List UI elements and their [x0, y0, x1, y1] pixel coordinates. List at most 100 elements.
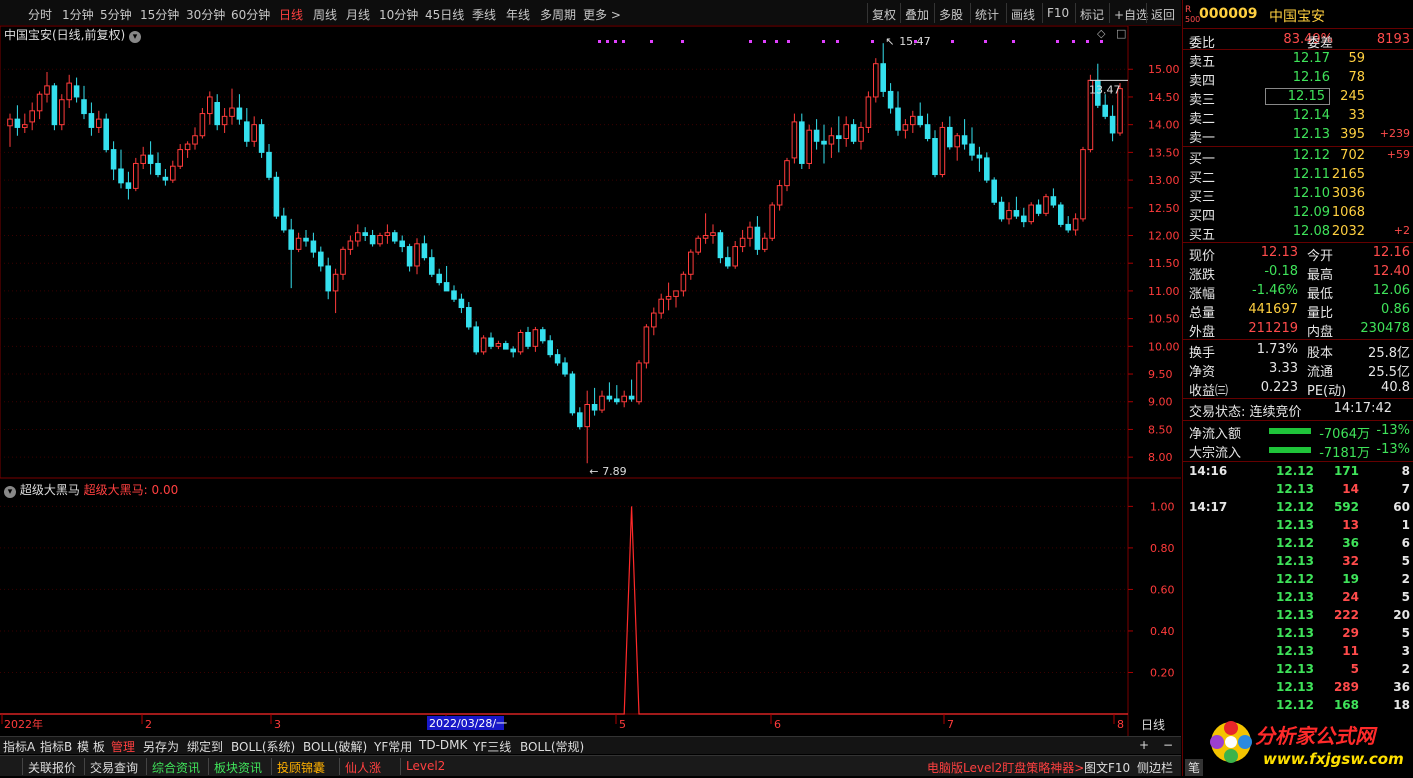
candle-body[interactable] [932, 138, 938, 176]
candle-body[interactable] [665, 295, 672, 300]
candle-body[interactable] [207, 96, 213, 115]
candle-body[interactable] [125, 182, 132, 189]
candle-body[interactable] [214, 101, 220, 126]
candle-body[interactable] [251, 124, 257, 142]
candle-body[interactable] [1013, 210, 1020, 217]
candle-body[interactable] [466, 307, 472, 328]
status-tab-3[interactable]: 板块资讯 [214, 759, 262, 776]
indicator-tab-5[interactable]: 绑定到 [187, 738, 223, 755]
candle-body[interactable] [29, 110, 35, 123]
indicator-tab-6[interactable]: BOLL(系统) [231, 738, 295, 755]
candle-body[interactable] [184, 143, 191, 151]
candle-body[interactable] [606, 395, 613, 400]
candle-body[interactable] [51, 85, 58, 126]
candle-body[interactable] [680, 273, 687, 292]
toolbar-button-0[interactable]: 复权 [872, 6, 896, 23]
candle-body[interactable] [725, 257, 731, 267]
candle-body[interactable] [954, 135, 960, 148]
candle-body[interactable] [384, 232, 391, 236]
candle-body[interactable] [295, 237, 302, 250]
candle-body[interactable] [828, 135, 835, 145]
candle-body[interactable] [939, 126, 946, 176]
candle-body[interactable] [799, 121, 805, 164]
indicator-tab-7[interactable]: BOLL(破解) [303, 738, 367, 755]
candle-body[interactable] [998, 201, 1005, 220]
candle-body[interactable] [1080, 149, 1086, 220]
candle-body[interactable] [288, 229, 294, 250]
candle-body[interactable] [414, 243, 420, 267]
candle-body[interactable] [688, 251, 694, 275]
candle-body[interactable] [599, 395, 605, 411]
candle-body[interactable] [355, 232, 361, 242]
candle-body[interactable] [192, 135, 198, 145]
candle-body[interactable] [429, 257, 435, 275]
candle-body[interactable] [976, 154, 983, 159]
zoom-in-button[interactable]: + [1139, 738, 1149, 752]
status-tab-1[interactable]: 交易查询 [90, 759, 138, 776]
status-tab-0[interactable]: 关联报价 [28, 759, 76, 776]
indicator-tab-11[interactable]: BOLL(常规) [520, 738, 584, 755]
indicator-tab-8[interactable]: YF常用 [374, 738, 412, 755]
candle-body[interactable] [1102, 104, 1108, 117]
toolbar-button-5[interactable]: F10 [1047, 6, 1069, 20]
toolbar-button-6[interactable]: 标记 [1080, 6, 1104, 23]
promo-link[interactable]: 电脑版Level2盯盘策略神器> [927, 759, 1084, 776]
candle-body[interactable] [836, 135, 842, 140]
candle-body[interactable] [554, 354, 561, 364]
candle-body[interactable] [392, 232, 398, 242]
candle-body[interactable] [362, 232, 368, 236]
candle-body[interactable] [236, 107, 243, 120]
tick-tab[interactable]: 笔 [1185, 759, 1204, 776]
candle-body[interactable] [865, 96, 872, 128]
period-tab-9[interactable]: 10分钟 [379, 6, 418, 23]
period-tab-12[interactable]: 年线 [506, 6, 530, 23]
candle-body[interactable] [887, 90, 894, 109]
candle-body[interactable] [59, 99, 65, 126]
indicator-tab-1[interactable]: 指标B [40, 738, 72, 755]
status-tab-6[interactable]: Level2 [406, 759, 445, 773]
candle-body[interactable] [591, 404, 598, 411]
candle-body[interactable] [421, 243, 428, 259]
toolbar-button-8[interactable]: 返回 [1151, 6, 1175, 23]
candle-body[interactable] [540, 329, 546, 342]
candle-body[interactable] [532, 329, 539, 347]
zoom-out-button[interactable]: − [1163, 738, 1173, 752]
toolbar-button-7[interactable]: +自选 [1114, 6, 1148, 23]
sidebar-button[interactable]: 侧边栏 [1137, 759, 1173, 776]
candle-body[interactable] [221, 115, 228, 126]
f10-button[interactable]: 图文F10 [1084, 759, 1130, 776]
chart-area[interactable]: 15.00 14.50 14.00 13.50 13.00 12.50 12.00 11.50… [0, 26, 1181, 736]
kline-chart[interactable]: 15.00 14.50 14.00 13.50 13.00 12.50 12.00 11.50… [0, 26, 1181, 736]
period-tab-3[interactable]: 15分钟 [140, 6, 179, 23]
period-tab-6[interactable]: 日线 [279, 6, 303, 23]
candle-body[interactable] [525, 331, 531, 347]
candle-body[interactable] [547, 340, 553, 356]
candle-body[interactable] [110, 149, 117, 170]
candle-body[interactable] [155, 162, 161, 176]
candle-body[interactable] [910, 115, 916, 126]
indicator-tab-3[interactable]: 管理 [111, 738, 135, 755]
candle-body[interactable] [73, 85, 80, 98]
candle-body[interactable] [614, 398, 620, 403]
candle-body[interactable] [747, 226, 753, 239]
candle-body[interactable] [443, 282, 450, 292]
status-tab-2[interactable]: 综合资讯 [152, 759, 200, 776]
period-tab-5[interactable]: 60分钟 [231, 6, 270, 23]
candle-body[interactable] [821, 140, 827, 145]
toolbar-button-4[interactable]: 画线 [1011, 6, 1035, 23]
candle-body[interactable] [1065, 223, 1071, 231]
indicator-tab-9[interactable]: TD-DMK [419, 738, 467, 752]
candle-body[interactable] [399, 240, 405, 248]
candle-body[interactable] [902, 124, 909, 131]
candle-body[interactable] [991, 179, 997, 203]
candle-body[interactable] [369, 234, 376, 245]
candle-body[interactable] [569, 373, 576, 414]
candle-body[interactable] [347, 240, 354, 250]
candle-body[interactable] [917, 115, 923, 126]
candle-body[interactable] [784, 160, 790, 187]
candle-body[interactable] [451, 290, 457, 300]
period-tab-11[interactable]: 季线 [472, 6, 496, 23]
candle-body[interactable] [503, 343, 509, 350]
period-tab-10[interactable]: 45日线 [425, 6, 464, 23]
candle-body[interactable] [947, 126, 953, 148]
